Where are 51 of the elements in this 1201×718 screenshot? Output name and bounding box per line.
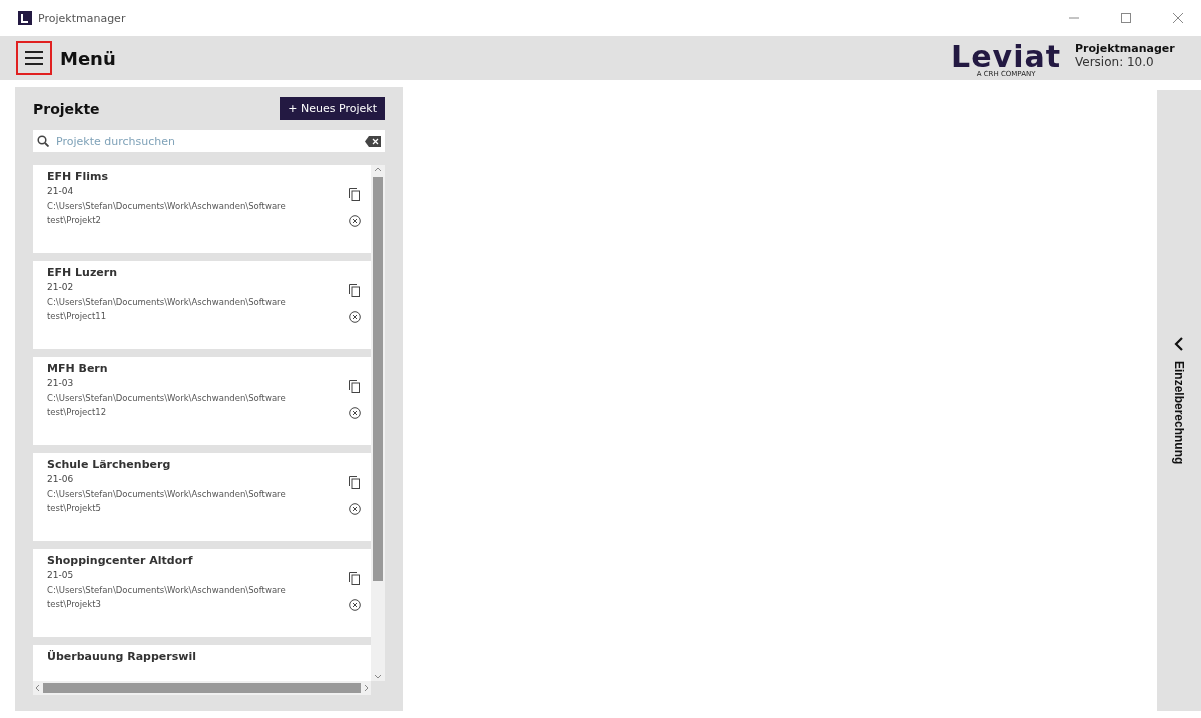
menu-label: Menü: [60, 47, 117, 69]
maximize-icon: [1121, 13, 1131, 23]
remove-icon[interactable]: [349, 503, 361, 515]
clear-search-icon[interactable]: [365, 135, 381, 147]
copy-icon[interactable]: [349, 572, 361, 585]
menu-button[interactable]: [16, 41, 52, 75]
remove-icon[interactable]: [349, 599, 361, 611]
project-card[interactable]: EFH Flims 21-04 C:\Users\Stefan\Documents\Work\Aschwanden\Software test\Projekt2: [33, 165, 371, 253]
project-number: 21-02: [47, 282, 75, 292]
remove-icon[interactable]: [349, 215, 361, 227]
search-icon: [37, 135, 49, 147]
panel-title: Projekte: [33, 100, 100, 117]
project-card[interactable]: MFH Bern 21-03 C:\Users\Stefan\Documents\Work\Aschwanden\Software test\Project12: [33, 357, 371, 445]
project-card[interactable]: Überbauung Rapperswil: [33, 645, 371, 681]
side-panel-toggle[interactable]: Einzelberechnung: [1157, 90, 1201, 711]
app-name: Projektmanager: [1075, 41, 1176, 55]
search-field[interactable]: Projekte durchsuchen: [33, 130, 385, 152]
project-path: C:\Users\Stefan\Documents\Work\Aschwanden\Software test\Project12: [47, 392, 287, 419]
menu-icon: [24, 50, 44, 66]
remove-icon[interactable]: [349, 311, 361, 323]
close-icon: [1173, 13, 1183, 23]
version-label: Version: 10.0: [1075, 54, 1155, 69]
copy-icon[interactable]: [349, 380, 361, 393]
copy-icon[interactable]: [349, 284, 361, 297]
project-number: 21-06: [47, 474, 75, 484]
horizontal-scrollbar[interactable]: [33, 681, 371, 695]
logo-wordmark: Leviat: [951, 44, 1061, 70]
vertical-scrollbar[interactable]: [371, 165, 385, 681]
project-card[interactable]: Schule Lärchenberg 21-06 C:\Users\Stefan\Documents\Work\Aschwanden\Software test\Projekt5: [33, 453, 371, 541]
project-name: EFH Flims: [47, 170, 110, 183]
new-project-button[interactable]: + Neues Projekt: [280, 97, 385, 120]
project-path: C:\Users\Stefan\Documents\Work\Aschwanden\Software test\Projekt3: [47, 584, 287, 611]
project-name: EFH Luzern: [47, 266, 119, 279]
chevron-left-icon: [1174, 336, 1184, 351]
project-number: 21-05: [47, 570, 75, 580]
remove-icon[interactable]: [349, 407, 361, 419]
project-card[interactable]: Shoppingcenter Altdorf 21-05 C:\Users\Stefan\Documents\Work\Aschwanden\Software test\Projekt3: [33, 549, 371, 637]
project-number: 21-03: [47, 378, 75, 388]
project-path: C:\Users\Stefan\Documents\Work\Aschwanden\Software test\Projekt2: [47, 200, 287, 227]
project-path: C:\Users\Stefan\Documents\Work\Aschwanden\Software test\Project11: [47, 296, 287, 323]
project-name: Schule Lärchenberg: [47, 458, 172, 471]
copy-icon[interactable]: [349, 188, 361, 201]
window-title: Projektmanager: [38, 11, 127, 25]
project-path: C:\Users\Stefan\Documents\Work\Aschwanden\Software test\Projekt5: [47, 488, 287, 515]
project-name: Überbauung Rapperswil: [47, 650, 197, 663]
copy-icon[interactable]: [349, 476, 361, 489]
project-name: Shoppingcenter Altdorf: [47, 554, 194, 567]
app-logo-icon: [18, 11, 32, 25]
project-card[interactable]: EFH Luzern 21-02 C:\Users\Stefan\Documents\Work\Aschwanden\Software test\Project11: [33, 261, 371, 349]
project-name: MFH Bern: [47, 362, 109, 375]
project-number: 21-04: [47, 186, 75, 196]
